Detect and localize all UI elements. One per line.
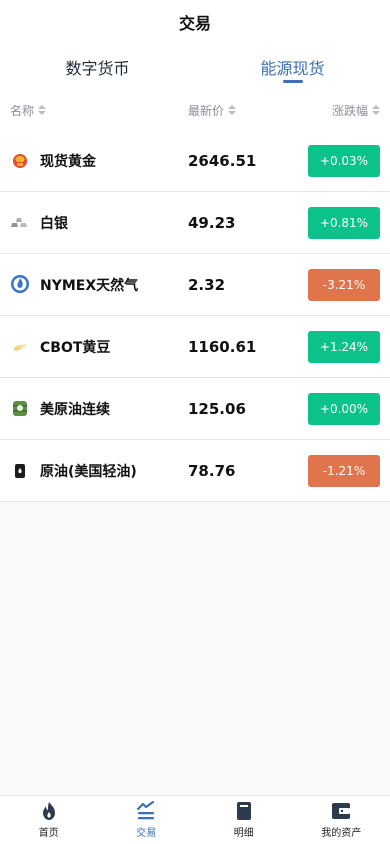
item-price: 78.76 bbox=[188, 462, 236, 480]
list-item[interactable]: NYMEX天然气 2.32 -3.21% bbox=[0, 254, 390, 316]
sort-icon bbox=[372, 105, 380, 115]
nav-label: 交易 bbox=[136, 828, 157, 839]
nav-label: 明细 bbox=[233, 828, 254, 839]
column-label-name: 名称 bbox=[10, 103, 35, 118]
app-screen: 交易 数字货币 能源现货 名称 最新价 涨跌幅 现货黄金 2646.51 +0.… bbox=[0, 0, 390, 844]
list-item[interactable]: CBOT黄豆 1160.61 +1.24% bbox=[0, 316, 390, 378]
item-price: 2.32 bbox=[188, 276, 226, 294]
wallet-icon bbox=[332, 803, 351, 819]
item-name: 白银 bbox=[40, 216, 68, 232]
change-badge[interactable]: +0.00% bbox=[308, 393, 380, 425]
change-badge[interactable]: +0.81% bbox=[308, 207, 380, 239]
market-list: 现货黄金 2646.51 +0.03% 白银 49.23 +0.81% NYME… bbox=[0, 130, 390, 502]
nav-label: 我的资产 bbox=[321, 828, 362, 839]
column-header: 名称 最新价 涨跌幅 bbox=[0, 90, 390, 130]
tab-label: 数字货币 bbox=[65, 59, 130, 78]
tab-energy-spot[interactable]: 能源现货 bbox=[195, 44, 390, 90]
item-price: 1160.61 bbox=[188, 338, 257, 356]
change-badge[interactable]: -1.21% bbox=[308, 455, 380, 487]
change-badge[interactable]: +0.03% bbox=[308, 145, 380, 177]
item-price: 125.06 bbox=[188, 400, 246, 418]
tab-label: 能源现货 bbox=[260, 59, 325, 78]
bottom-nav: 首页 交易 明细 我的资产 bbox=[0, 795, 390, 844]
column-label-price: 最新价 bbox=[188, 103, 225, 118]
flame-icon bbox=[42, 802, 55, 820]
item-name: 现货黄金 bbox=[40, 154, 96, 170]
nav-my-assets[interactable]: 我的资产 bbox=[293, 796, 390, 844]
list-item[interactable]: 美原油连续 125.06 +0.00% bbox=[0, 378, 390, 440]
gold-icon bbox=[10, 150, 30, 170]
sort-icon bbox=[38, 105, 47, 115]
market-tabs: 数字货币 能源现货 bbox=[0, 44, 390, 90]
item-name: NYMEX天然气 bbox=[40, 278, 139, 294]
list-item[interactable]: 原油(美国轻油) 78.76 -1.21% bbox=[0, 440, 390, 502]
list-item[interactable]: 白银 49.23 +0.81% bbox=[0, 192, 390, 254]
oil-barrel-icon bbox=[10, 398, 30, 418]
item-name: 美原油连续 bbox=[40, 402, 110, 418]
soybean-icon bbox=[10, 336, 30, 356]
sort-by-price[interactable]: 最新价 bbox=[188, 90, 237, 130]
nav-trade[interactable]: 交易 bbox=[98, 796, 196, 844]
sort-by-change[interactable]: 涨跌幅 bbox=[332, 90, 380, 130]
nav-details[interactable]: 明细 bbox=[195, 796, 293, 844]
book-icon bbox=[236, 802, 251, 820]
silver-icon bbox=[10, 212, 30, 232]
sort-by-name[interactable]: 名称 bbox=[10, 90, 47, 130]
top-bar: 交易 bbox=[0, 0, 390, 44]
page-title: 交易 bbox=[178, 14, 211, 33]
active-tab-indicator bbox=[282, 80, 303, 83]
tab-digital-currency[interactable]: 数字货币 bbox=[0, 44, 195, 90]
change-badge[interactable]: +1.24% bbox=[308, 331, 380, 363]
item-price: 2646.51 bbox=[188, 152, 257, 170]
change-badge[interactable]: -3.21% bbox=[308, 269, 380, 301]
item-price: 49.23 bbox=[188, 214, 236, 232]
natural-gas-icon bbox=[10, 274, 30, 294]
crude-oil-icon bbox=[10, 460, 30, 480]
list-item[interactable]: 现货黄金 2646.51 +0.03% bbox=[0, 130, 390, 192]
column-label-change: 涨跌幅 bbox=[331, 103, 368, 118]
nav-label: 首页 bbox=[38, 828, 59, 839]
nav-home[interactable]: 首页 bbox=[0, 796, 98, 844]
trade-icon bbox=[137, 801, 155, 820]
sort-icon bbox=[228, 105, 237, 115]
item-name: CBOT黄豆 bbox=[40, 340, 111, 356]
item-name: 原油(美国轻油) bbox=[40, 464, 137, 480]
